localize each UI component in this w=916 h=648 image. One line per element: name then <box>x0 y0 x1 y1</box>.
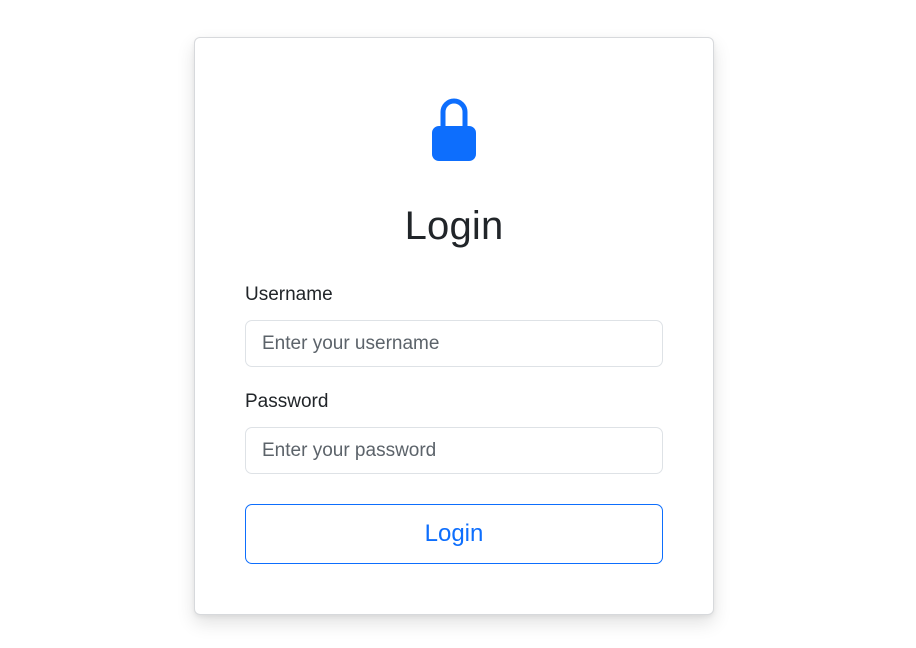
login-button[interactable]: Login <box>245 504 663 564</box>
username-label: Username <box>245 284 333 305</box>
password-label: Password <box>245 391 329 412</box>
login-card: Login Username Password Login <box>194 37 714 615</box>
password-input[interactable] <box>245 427 663 474</box>
username-input[interactable] <box>245 320 663 367</box>
lock-icon <box>432 98 476 161</box>
page-title: Login <box>404 204 504 248</box>
